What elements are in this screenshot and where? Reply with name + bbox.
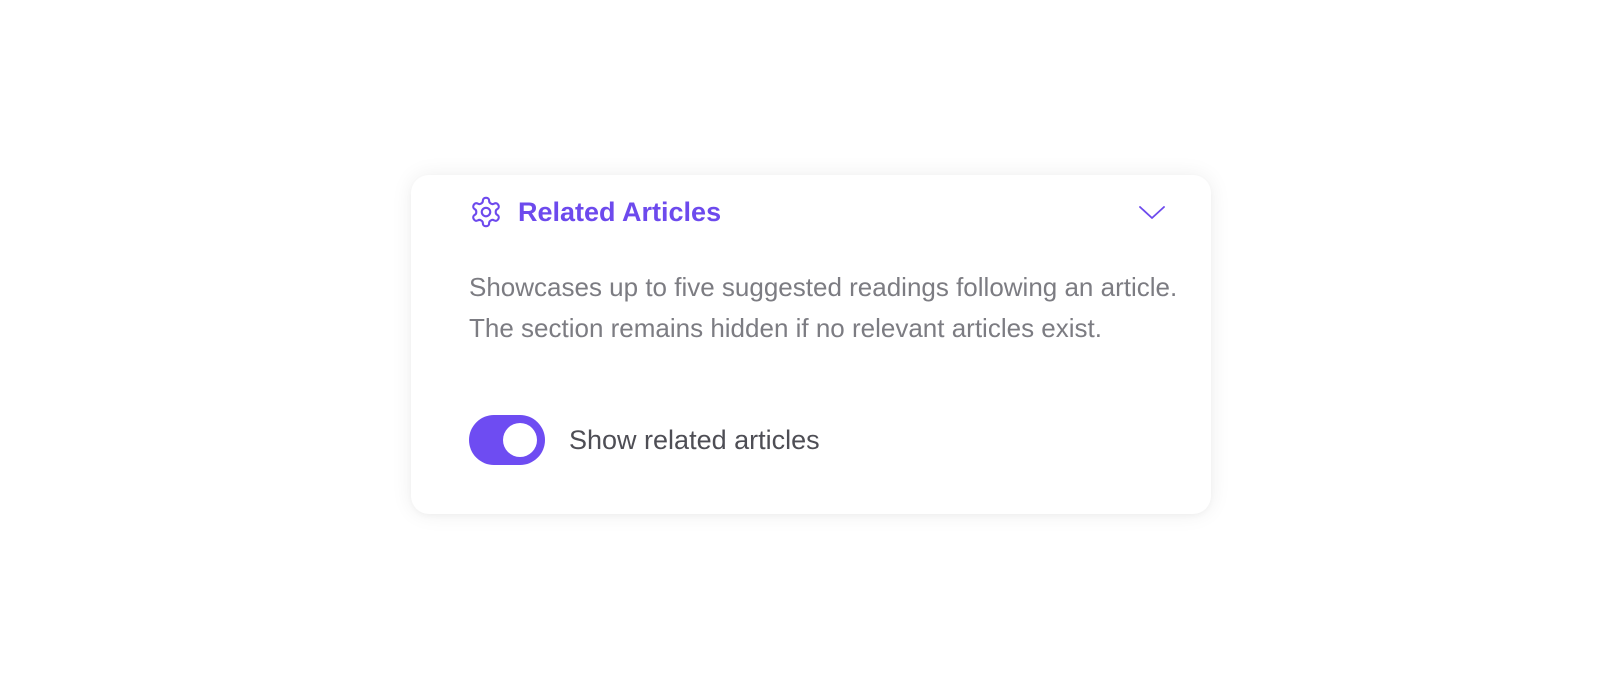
section-title: Related Articles [518, 196, 722, 227]
chevron-down-icon[interactable] [1137, 197, 1167, 227]
toggle-knob [503, 423, 537, 457]
page: Related Articles Showcases up to five su… [0, 0, 1616, 684]
toggle-label: Show related articles [569, 424, 820, 455]
show-related-articles-row: Show related articles [469, 415, 820, 465]
section-description: Showcases up to five suggested readings … [469, 272, 1178, 343]
show-related-articles-toggle[interactable] [469, 415, 545, 465]
gear-icon [469, 195, 503, 229]
related-articles-card: Related Articles Showcases up to five su… [411, 175, 1211, 514]
card-header[interactable]: Related Articles [469, 195, 1167, 229]
